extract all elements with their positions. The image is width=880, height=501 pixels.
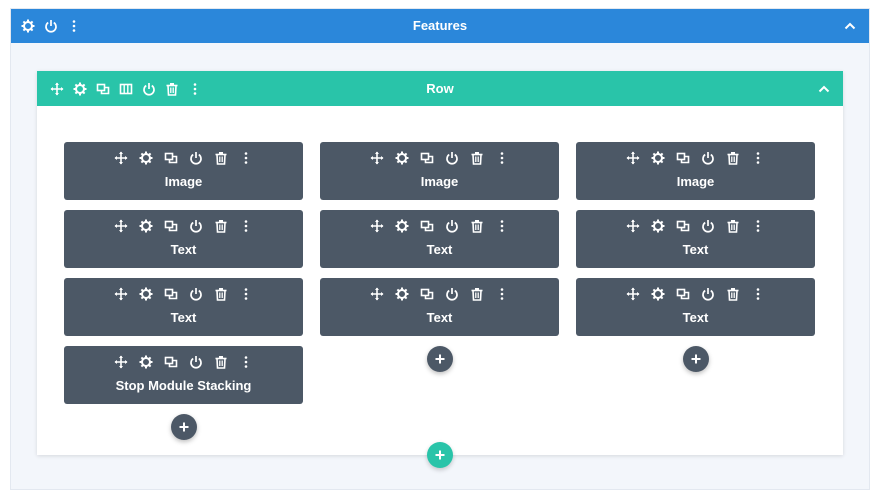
duplicate-icon[interactable] <box>164 287 178 301</box>
move-icon[interactable] <box>370 151 384 165</box>
duplicate-icon[interactable] <box>676 287 690 301</box>
move-icon[interactable] <box>114 219 128 233</box>
trash-icon[interactable] <box>726 151 740 165</box>
power-icon[interactable] <box>189 151 203 165</box>
duplicate-icon[interactable] <box>420 219 434 233</box>
trash-icon[interactable] <box>470 151 484 165</box>
power-icon[interactable] <box>189 355 203 369</box>
module-label: Image <box>420 174 459 189</box>
module-text[interactable]: Text <box>64 278 303 336</box>
move-icon[interactable] <box>626 151 640 165</box>
more-vertical-icon[interactable] <box>751 287 765 301</box>
section-features: Features Row Image Text Text Stop Module… <box>10 8 870 490</box>
move-icon[interactable] <box>114 355 128 369</box>
module-label: Text <box>170 242 197 257</box>
more-vertical-icon[interactable] <box>495 219 509 233</box>
module-label: Image <box>676 174 715 189</box>
module-label: Stop Module Stacking <box>115 378 252 393</box>
module-label: Text <box>426 242 453 257</box>
trash-icon[interactable] <box>726 287 740 301</box>
column-3: Image Text Text <box>576 142 815 372</box>
gear-icon[interactable] <box>139 287 153 301</box>
module-text[interactable]: Text <box>576 210 815 268</box>
duplicate-icon[interactable] <box>420 151 434 165</box>
module-text[interactable]: Text <box>576 278 815 336</box>
more-vertical-icon[interactable] <box>239 355 253 369</box>
power-icon[interactable] <box>445 151 459 165</box>
move-icon[interactable] <box>114 287 128 301</box>
trash-icon[interactable] <box>214 355 228 369</box>
chevron-up-icon[interactable] <box>817 82 831 96</box>
row-container: Row Image Text Text Stop Module Stacking… <box>37 71 843 455</box>
add-module-button[interactable] <box>426 346 453 372</box>
module-label: Image <box>164 174 203 189</box>
plus-icon <box>434 449 446 461</box>
gear-icon[interactable] <box>651 151 665 165</box>
trash-icon[interactable] <box>470 219 484 233</box>
module-image[interactable]: Image <box>320 142 559 200</box>
module-text[interactable]: Text <box>64 210 303 268</box>
more-vertical-icon[interactable] <box>239 287 253 301</box>
module-stop-module-stacking[interactable]: Stop Module Stacking <box>64 346 303 404</box>
move-icon[interactable] <box>114 151 128 165</box>
add-module-button[interactable] <box>170 414 197 440</box>
more-vertical-icon[interactable] <box>495 151 509 165</box>
duplicate-icon[interactable] <box>164 219 178 233</box>
duplicate-icon[interactable] <box>676 219 690 233</box>
trash-icon[interactable] <box>214 287 228 301</box>
trash-icon[interactable] <box>214 219 228 233</box>
row-header[interactable]: Row <box>37 71 843 106</box>
power-icon[interactable] <box>701 219 715 233</box>
module-text[interactable]: Text <box>320 210 559 268</box>
power-icon[interactable] <box>189 287 203 301</box>
duplicate-icon[interactable] <box>164 355 178 369</box>
module-label: Text <box>682 242 709 257</box>
move-icon[interactable] <box>626 219 640 233</box>
more-vertical-icon[interactable] <box>239 219 253 233</box>
section-header[interactable]: Features <box>11 9 869 43</box>
gear-icon[interactable] <box>139 151 153 165</box>
gear-icon[interactable] <box>139 219 153 233</box>
add-row-button[interactable] <box>427 442 453 468</box>
column-2: Image Text Text <box>320 142 559 372</box>
column-1: Image Text Text Stop Module Stacking <box>64 142 303 440</box>
module-label: Text <box>426 310 453 325</box>
more-vertical-icon[interactable] <box>751 151 765 165</box>
power-icon[interactable] <box>189 219 203 233</box>
duplicate-icon[interactable] <box>420 287 434 301</box>
plus-icon <box>690 353 702 365</box>
plus-icon <box>434 353 446 365</box>
chevron-up-icon[interactable] <box>843 19 857 33</box>
gear-icon[interactable] <box>395 219 409 233</box>
trash-icon[interactable] <box>726 219 740 233</box>
gear-icon[interactable] <box>139 355 153 369</box>
move-icon[interactable] <box>370 219 384 233</box>
power-icon[interactable] <box>445 287 459 301</box>
power-icon[interactable] <box>445 219 459 233</box>
duplicate-icon[interactable] <box>164 151 178 165</box>
row-title: Row <box>426 81 454 96</box>
move-icon[interactable] <box>626 287 640 301</box>
plus-icon <box>178 421 190 433</box>
gear-icon[interactable] <box>651 219 665 233</box>
module-text[interactable]: Text <box>320 278 559 336</box>
gear-icon[interactable] <box>395 151 409 165</box>
more-vertical-icon[interactable] <box>495 287 509 301</box>
power-icon[interactable] <box>701 287 715 301</box>
move-icon[interactable] <box>370 287 384 301</box>
module-label: Text <box>682 310 709 325</box>
module-image[interactable]: Image <box>576 142 815 200</box>
more-vertical-icon[interactable] <box>751 219 765 233</box>
trash-icon[interactable] <box>470 287 484 301</box>
module-image[interactable]: Image <box>64 142 303 200</box>
gear-icon[interactable] <box>395 287 409 301</box>
more-vertical-icon[interactable] <box>239 151 253 165</box>
module-label: Text <box>170 310 197 325</box>
trash-icon[interactable] <box>214 151 228 165</box>
gear-icon[interactable] <box>651 287 665 301</box>
section-title: Features <box>412 18 468 33</box>
add-module-button[interactable] <box>682 346 709 372</box>
power-icon[interactable] <box>701 151 715 165</box>
duplicate-icon[interactable] <box>676 151 690 165</box>
